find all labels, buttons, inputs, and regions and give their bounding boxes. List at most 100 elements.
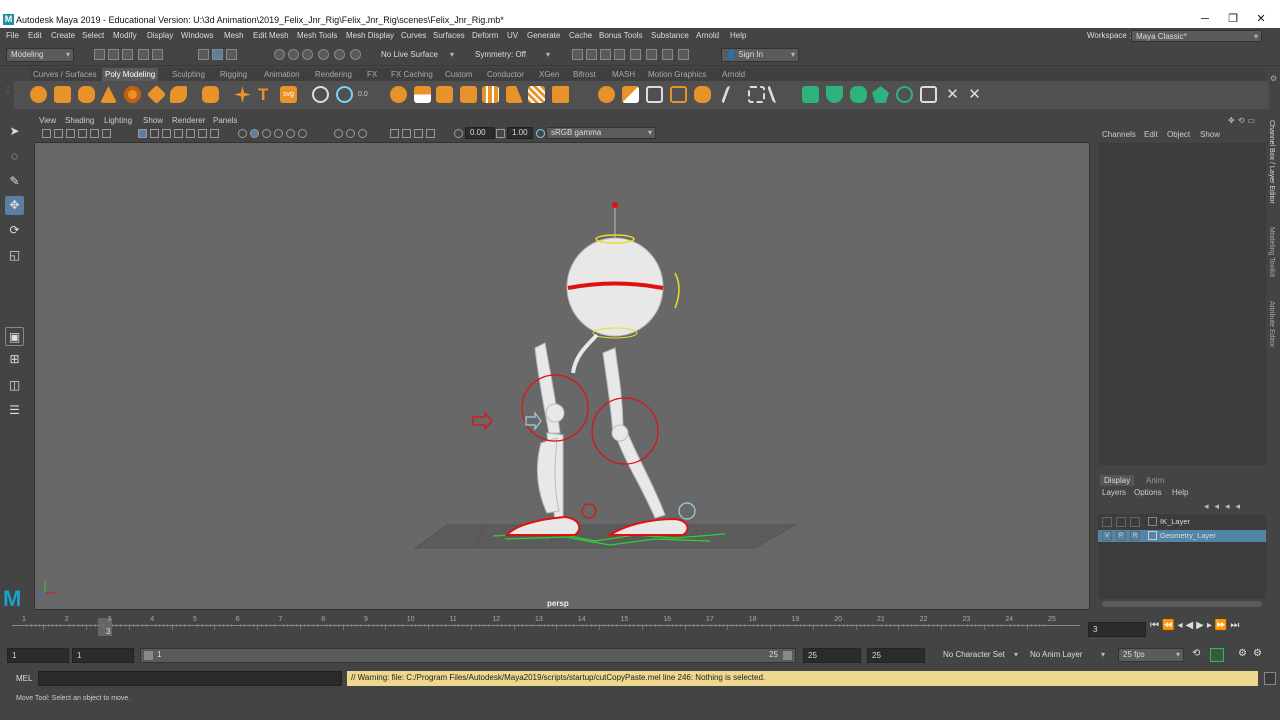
exposure-field[interactable]: 0.00 bbox=[465, 127, 495, 139]
shelf-tab-mash[interactable]: MASH bbox=[612, 70, 635, 79]
script-language-label[interactable]: MEL bbox=[16, 674, 32, 683]
poly-cube-icon[interactable] bbox=[54, 86, 71, 103]
maya-home-icon[interactable]: M bbox=[3, 588, 27, 610]
shelf-tab-animation[interactable]: Animation bbox=[264, 70, 300, 79]
workspace-dropdown[interactable]: Maya Classic* bbox=[1131, 30, 1262, 43]
layer-tab-display[interactable]: Display bbox=[1100, 475, 1135, 486]
image-plane-icon[interactable] bbox=[90, 129, 99, 138]
color-management-icon[interactable] bbox=[536, 129, 545, 138]
target-weld-icon[interactable] bbox=[506, 86, 523, 103]
layer-reference-toggle[interactable]: R bbox=[1130, 531, 1140, 541]
xray-joints-icon[interactable] bbox=[358, 129, 367, 138]
poly-sphere-icon[interactable] bbox=[30, 86, 47, 103]
shelf-tab-rigging[interactable]: Rigging bbox=[220, 70, 247, 79]
shelf-tab-fx[interactable]: FX bbox=[367, 70, 377, 79]
poly-plane-icon[interactable] bbox=[146, 84, 167, 105]
time-slider[interactable]: 3 1 2 3 4 5 6 7 8 9 10 11 12 13 14 15 16 17 18 19 20 21 22 23 2… bbox=[10, 614, 1082, 638]
multi-cut-icon[interactable] bbox=[482, 86, 499, 103]
viewport-persp[interactable]: persp bbox=[34, 142, 1090, 610]
channel-menu-show[interactable]: Show bbox=[1200, 130, 1220, 139]
minimize-button[interactable]: ─ bbox=[1196, 10, 1214, 28]
attribute-editor-icon[interactable] bbox=[662, 49, 673, 60]
range-end-handle[interactable] bbox=[783, 651, 792, 660]
bridge-icon[interactable] bbox=[414, 86, 431, 103]
layer-playback-toggle[interactable]: P bbox=[1116, 531, 1126, 541]
isolate-select-icon[interactable] bbox=[334, 129, 343, 138]
gate-mask-icon[interactable] bbox=[162, 129, 171, 138]
poly-disc-icon[interactable] bbox=[170, 86, 187, 103]
single-perspective-icon[interactable]: ▣ bbox=[5, 327, 24, 346]
multisample-icon[interactable] bbox=[402, 129, 411, 138]
shelf-tab-arnold[interactable]: Arnold bbox=[722, 70, 745, 79]
poly-cone-icon[interactable] bbox=[100, 86, 117, 103]
camera-attributes-icon[interactable] bbox=[66, 129, 75, 138]
bevel-icon[interactable] bbox=[436, 86, 453, 103]
shelf-tab-custom[interactable]: Custom bbox=[445, 70, 473, 79]
animation-start-field[interactable]: 1 bbox=[7, 648, 69, 663]
select-camera-icon[interactable] bbox=[42, 129, 51, 138]
viewport-menu-view[interactable]: View bbox=[39, 116, 56, 125]
conform-icon[interactable] bbox=[598, 86, 615, 103]
layer-tab-anim[interactable]: Anim bbox=[1146, 476, 1164, 485]
shelf-tab-poly-modeling[interactable]: Poly Modeling bbox=[102, 68, 159, 81]
redo-icon[interactable] bbox=[152, 49, 163, 60]
viewport-menu-renderer[interactable]: Renderer bbox=[172, 116, 205, 125]
shelf-tab-sculpting[interactable]: Sculpting bbox=[172, 70, 205, 79]
restore-button[interactable]: ❐ bbox=[1224, 10, 1242, 28]
snap-curve-icon[interactable] bbox=[288, 49, 299, 60]
playback-start-field[interactable]: 1 bbox=[72, 648, 134, 663]
show-modeling-toolkit-icon[interactable] bbox=[646, 49, 657, 60]
shelf-tab-motion-graphics[interactable]: Motion Graphics bbox=[648, 70, 706, 79]
layer-playback-toggle[interactable] bbox=[1116, 517, 1126, 527]
uv-editor-icon[interactable] bbox=[720, 86, 745, 103]
range-start-handle[interactable] bbox=[144, 651, 153, 660]
menu-arnold[interactable]: Arnold bbox=[696, 31, 719, 40]
open-scene-icon[interactable] bbox=[108, 49, 119, 60]
menu-deform[interactable]: Deform bbox=[472, 31, 498, 40]
shadows-icon[interactable] bbox=[286, 129, 295, 138]
rotate-tool-icon[interactable]: ⟳ bbox=[5, 221, 24, 240]
menu-substance[interactable]: Substance bbox=[651, 31, 689, 40]
layer-visibility-toggle[interactable] bbox=[1102, 517, 1112, 527]
super-shape-icon[interactable] bbox=[234, 86, 251, 103]
channel-menu-edit[interactable]: Edit bbox=[1144, 130, 1158, 139]
resolution-gate-icon[interactable] bbox=[150, 129, 159, 138]
extrude-icon[interactable] bbox=[390, 86, 407, 103]
uv-distribute-icon[interactable]: ✕ bbox=[966, 86, 983, 103]
menu-help[interactable]: Help bbox=[730, 31, 746, 40]
uv-shell-icon[interactable] bbox=[872, 86, 889, 103]
viewport-menu-lighting[interactable]: Lighting bbox=[104, 116, 132, 125]
snap-view-icon[interactable] bbox=[318, 49, 329, 60]
hypershade-icon[interactable] bbox=[614, 49, 625, 60]
textured-icon[interactable] bbox=[262, 129, 271, 138]
menu-edit[interactable]: Edit bbox=[28, 31, 42, 40]
layer-scrollbar[interactable] bbox=[1102, 601, 1262, 607]
safe-action-icon[interactable] bbox=[186, 129, 195, 138]
snap-point-icon[interactable] bbox=[302, 49, 313, 60]
gamma-field[interactable]: 1.00 bbox=[507, 127, 533, 139]
uv-sew-icon[interactable] bbox=[850, 86, 867, 103]
menuset-dropdown[interactable]: Modeling bbox=[6, 48, 74, 62]
shelf-tab-curves-surfaces[interactable]: Curves / Surfaces bbox=[33, 70, 97, 79]
wireframe-on-shaded-icon[interactable] bbox=[250, 129, 259, 138]
type-tool-icon[interactable]: T bbox=[258, 86, 275, 103]
viewport-menu-panels[interactable]: Panels bbox=[213, 116, 237, 125]
viewport-menu-show[interactable]: Show bbox=[143, 116, 163, 125]
lasso-tool-icon[interactable]: ◌ bbox=[5, 147, 24, 166]
character-set-dropdown[interactable]: No Character Set bbox=[938, 648, 1022, 662]
sculpt-icon[interactable] bbox=[694, 86, 711, 103]
shelf-tab-rendering[interactable]: Rendering bbox=[315, 70, 352, 79]
select-object-icon[interactable] bbox=[212, 49, 223, 60]
layer-color-swatch[interactable] bbox=[1148, 517, 1157, 526]
outliner-layout-icon[interactable]: ☰ bbox=[5, 401, 24, 420]
shelf-tab-xgen[interactable]: XGen bbox=[539, 70, 559, 79]
shelf-tab-fx-caching[interactable]: FX Caching bbox=[391, 70, 433, 79]
render-view-icon[interactable] bbox=[630, 49, 641, 60]
layer-menu-layers[interactable]: Layers bbox=[1102, 488, 1126, 497]
layer-row-geometry[interactable]: V P R Geometry_Layer bbox=[1098, 530, 1266, 542]
menu-cache[interactable]: Cache bbox=[569, 31, 592, 40]
depth-of-field-icon[interactable] bbox=[414, 129, 423, 138]
cut-uv-icon[interactable] bbox=[766, 86, 791, 103]
menu-mesh-display[interactable]: Mesh Display bbox=[346, 31, 394, 40]
save-scene-icon[interactable] bbox=[122, 49, 133, 60]
